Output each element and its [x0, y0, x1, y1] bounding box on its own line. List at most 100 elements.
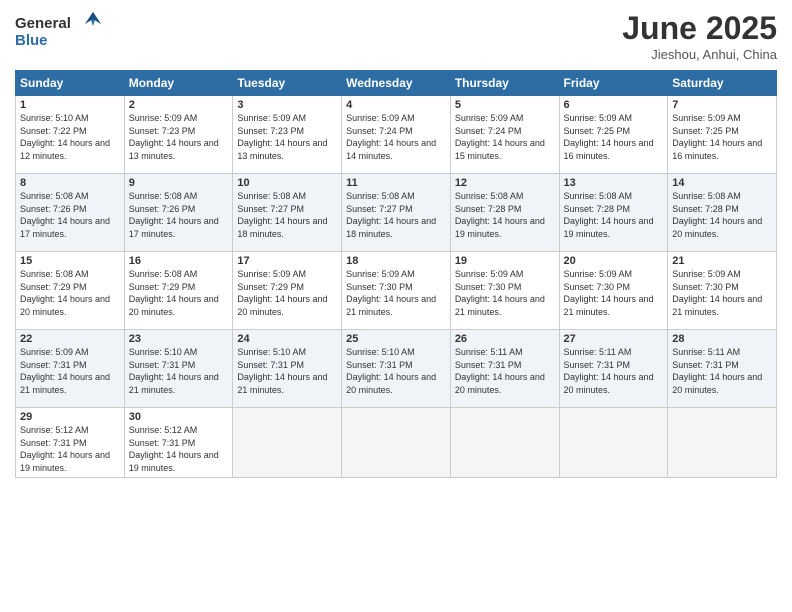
table-cell: 11Sunrise: 5:08 AM Sunset: 7:27 PM Dayli…	[342, 174, 451, 252]
col-thursday: Thursday	[450, 71, 559, 96]
day-number: 23	[129, 333, 229, 345]
table-cell	[668, 408, 777, 478]
table-cell: 1Sunrise: 5:10 AM Sunset: 7:22 PM Daylig…	[16, 96, 125, 174]
day-number: 15	[20, 255, 120, 267]
day-number: 18	[346, 255, 446, 267]
col-sunday: Sunday	[16, 71, 125, 96]
day-info: Sunrise: 5:09 AM Sunset: 7:30 PM Dayligh…	[672, 268, 772, 318]
day-info: Sunrise: 5:09 AM Sunset: 7:30 PM Dayligh…	[346, 268, 446, 318]
day-number: 12	[455, 177, 555, 189]
table-cell: 28Sunrise: 5:11 AM Sunset: 7:31 PM Dayli…	[668, 330, 777, 408]
logo: General Blue	[15, 10, 105, 50]
table-cell: 2Sunrise: 5:09 AM Sunset: 7:23 PM Daylig…	[124, 96, 233, 174]
day-info: Sunrise: 5:11 AM Sunset: 7:31 PM Dayligh…	[672, 346, 772, 396]
day-number: 27	[564, 333, 664, 345]
day-info: Sunrise: 5:12 AM Sunset: 7:31 PM Dayligh…	[20, 424, 120, 474]
table-cell: 30Sunrise: 5:12 AM Sunset: 7:31 PM Dayli…	[124, 408, 233, 478]
table-cell: 21Sunrise: 5:09 AM Sunset: 7:30 PM Dayli…	[668, 252, 777, 330]
table-cell: 20Sunrise: 5:09 AM Sunset: 7:30 PM Dayli…	[559, 252, 668, 330]
day-number: 11	[346, 177, 446, 189]
col-friday: Friday	[559, 71, 668, 96]
day-number: 26	[455, 333, 555, 345]
day-number: 20	[564, 255, 664, 267]
day-info: Sunrise: 5:08 AM Sunset: 7:29 PM Dayligh…	[129, 268, 229, 318]
table-cell: 17Sunrise: 5:09 AM Sunset: 7:29 PM Dayli…	[233, 252, 342, 330]
day-number: 22	[20, 333, 120, 345]
day-info: Sunrise: 5:08 AM Sunset: 7:26 PM Dayligh…	[129, 190, 229, 240]
day-info: Sunrise: 5:09 AM Sunset: 7:31 PM Dayligh…	[20, 346, 120, 396]
day-info: Sunrise: 5:12 AM Sunset: 7:31 PM Dayligh…	[129, 424, 229, 474]
table-cell: 25Sunrise: 5:10 AM Sunset: 7:31 PM Dayli…	[342, 330, 451, 408]
logo-svg: General Blue	[15, 10, 105, 50]
col-tuesday: Tuesday	[233, 71, 342, 96]
day-number: 17	[237, 255, 337, 267]
table-cell	[559, 408, 668, 478]
table-cell: 5Sunrise: 5:09 AM Sunset: 7:24 PM Daylig…	[450, 96, 559, 174]
day-info: Sunrise: 5:08 AM Sunset: 7:28 PM Dayligh…	[672, 190, 772, 240]
day-info: Sunrise: 5:09 AM Sunset: 7:30 PM Dayligh…	[564, 268, 664, 318]
day-number: 6	[564, 99, 664, 111]
day-number: 3	[237, 99, 337, 111]
day-number: 30	[129, 411, 229, 423]
day-number: 7	[672, 99, 772, 111]
table-cell: 14Sunrise: 5:08 AM Sunset: 7:28 PM Dayli…	[668, 174, 777, 252]
day-info: Sunrise: 5:10 AM Sunset: 7:31 PM Dayligh…	[129, 346, 229, 396]
location: Jieshou, Anhui, China	[622, 47, 777, 62]
table-cell: 29Sunrise: 5:12 AM Sunset: 7:31 PM Dayli…	[16, 408, 125, 478]
day-info: Sunrise: 5:08 AM Sunset: 7:28 PM Dayligh…	[564, 190, 664, 240]
day-number: 2	[129, 99, 229, 111]
day-info: Sunrise: 5:09 AM Sunset: 7:23 PM Dayligh…	[237, 112, 337, 162]
day-number: 13	[564, 177, 664, 189]
day-info: Sunrise: 5:11 AM Sunset: 7:31 PM Dayligh…	[455, 346, 555, 396]
day-number: 10	[237, 177, 337, 189]
col-saturday: Saturday	[668, 71, 777, 96]
day-number: 5	[455, 99, 555, 111]
table-cell: 19Sunrise: 5:09 AM Sunset: 7:30 PM Dayli…	[450, 252, 559, 330]
table-cell: 7Sunrise: 5:09 AM Sunset: 7:25 PM Daylig…	[668, 96, 777, 174]
day-number: 16	[129, 255, 229, 267]
day-number: 28	[672, 333, 772, 345]
day-info: Sunrise: 5:08 AM Sunset: 7:26 PM Dayligh…	[20, 190, 120, 240]
day-number: 19	[455, 255, 555, 267]
table-cell: 9Sunrise: 5:08 AM Sunset: 7:26 PM Daylig…	[124, 174, 233, 252]
day-info: Sunrise: 5:09 AM Sunset: 7:30 PM Dayligh…	[455, 268, 555, 318]
day-info: Sunrise: 5:09 AM Sunset: 7:24 PM Dayligh…	[346, 112, 446, 162]
day-info: Sunrise: 5:09 AM Sunset: 7:24 PM Dayligh…	[455, 112, 555, 162]
table-cell: 23Sunrise: 5:10 AM Sunset: 7:31 PM Dayli…	[124, 330, 233, 408]
day-number: 24	[237, 333, 337, 345]
table-cell	[450, 408, 559, 478]
col-monday: Monday	[124, 71, 233, 96]
day-info: Sunrise: 5:09 AM Sunset: 7:25 PM Dayligh…	[672, 112, 772, 162]
col-wednesday: Wednesday	[342, 71, 451, 96]
table-cell: 13Sunrise: 5:08 AM Sunset: 7:28 PM Dayli…	[559, 174, 668, 252]
table-cell: 22Sunrise: 5:09 AM Sunset: 7:31 PM Dayli…	[16, 330, 125, 408]
day-info: Sunrise: 5:10 AM Sunset: 7:31 PM Dayligh…	[237, 346, 337, 396]
day-info: Sunrise: 5:08 AM Sunset: 7:29 PM Dayligh…	[20, 268, 120, 318]
table-cell: 16Sunrise: 5:08 AM Sunset: 7:29 PM Dayli…	[124, 252, 233, 330]
month-title: June 2025	[622, 10, 777, 47]
table-cell: 26Sunrise: 5:11 AM Sunset: 7:31 PM Dayli…	[450, 330, 559, 408]
table-cell	[233, 408, 342, 478]
day-info: Sunrise: 5:08 AM Sunset: 7:28 PM Dayligh…	[455, 190, 555, 240]
day-info: Sunrise: 5:08 AM Sunset: 7:27 PM Dayligh…	[237, 190, 337, 240]
table-cell: 18Sunrise: 5:09 AM Sunset: 7:30 PM Dayli…	[342, 252, 451, 330]
day-number: 29	[20, 411, 120, 423]
day-number: 25	[346, 333, 446, 345]
table-cell: 3Sunrise: 5:09 AM Sunset: 7:23 PM Daylig…	[233, 96, 342, 174]
table-cell: 8Sunrise: 5:08 AM Sunset: 7:26 PM Daylig…	[16, 174, 125, 252]
day-info: Sunrise: 5:09 AM Sunset: 7:25 PM Dayligh…	[564, 112, 664, 162]
table-cell: 4Sunrise: 5:09 AM Sunset: 7:24 PM Daylig…	[342, 96, 451, 174]
table-cell: 6Sunrise: 5:09 AM Sunset: 7:25 PM Daylig…	[559, 96, 668, 174]
calendar: Sunday Monday Tuesday Wednesday Thursday…	[15, 70, 777, 478]
day-info: Sunrise: 5:10 AM Sunset: 7:22 PM Dayligh…	[20, 112, 120, 162]
day-info: Sunrise: 5:10 AM Sunset: 7:31 PM Dayligh…	[346, 346, 446, 396]
day-number: 9	[129, 177, 229, 189]
page: General Blue June 2025 Jieshou, Anhui, C…	[0, 0, 792, 612]
svg-text:General: General	[15, 15, 71, 32]
table-cell: 24Sunrise: 5:10 AM Sunset: 7:31 PM Dayli…	[233, 330, 342, 408]
day-number: 1	[20, 99, 120, 111]
day-number: 4	[346, 99, 446, 111]
header: General Blue June 2025 Jieshou, Anhui, C…	[15, 10, 777, 62]
day-number: 14	[672, 177, 772, 189]
table-cell: 10Sunrise: 5:08 AM Sunset: 7:27 PM Dayli…	[233, 174, 342, 252]
